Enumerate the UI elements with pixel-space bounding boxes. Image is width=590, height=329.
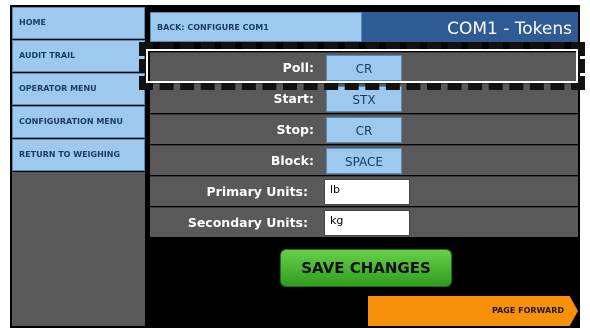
nav-operator-menu-button[interactable]: OPERATOR MENU (12, 73, 145, 105)
nav-home-button[interactable]: HOME (12, 7, 145, 39)
save-changes-button[interactable]: SAVE CHANGES (280, 249, 452, 287)
stop-value-button[interactable]: CR (326, 117, 402, 143)
page-forward-button[interactable]: PAGE FORWARD (368, 296, 578, 326)
block-value-button[interactable]: SPACE (326, 148, 402, 174)
block-row: Block: SPACE (150, 145, 578, 175)
stop-row: Stop: CR (150, 114, 578, 144)
block-label: Block: (270, 153, 314, 168)
page-title: COM1 - Tokens (362, 12, 578, 42)
primary-units-row: Primary Units: lb (150, 176, 578, 206)
nav-return-to-weighing-button[interactable]: RETURN TO WEIGHING (12, 139, 145, 171)
primary-units-label: Primary Units: (206, 184, 308, 199)
sidebar-empty-area (12, 172, 145, 326)
secondary-units-row: Secondary Units: kg (150, 207, 578, 237)
nav-audit-trail-button[interactable]: AUDIT TRAIL (12, 40, 145, 72)
stop-label: Stop: (276, 122, 314, 137)
secondary-units-label: Secondary Units: (187, 215, 308, 230)
nav-configuration-menu-button[interactable]: CONFIGURATION MENU (12, 106, 145, 138)
secondary-units-input[interactable]: kg (324, 210, 410, 236)
back-configure-com1-button[interactable]: BACK: CONFIGURE COM1 (150, 12, 362, 42)
selection-highlight (139, 42, 585, 90)
primary-units-input[interactable]: lb (324, 179, 410, 205)
